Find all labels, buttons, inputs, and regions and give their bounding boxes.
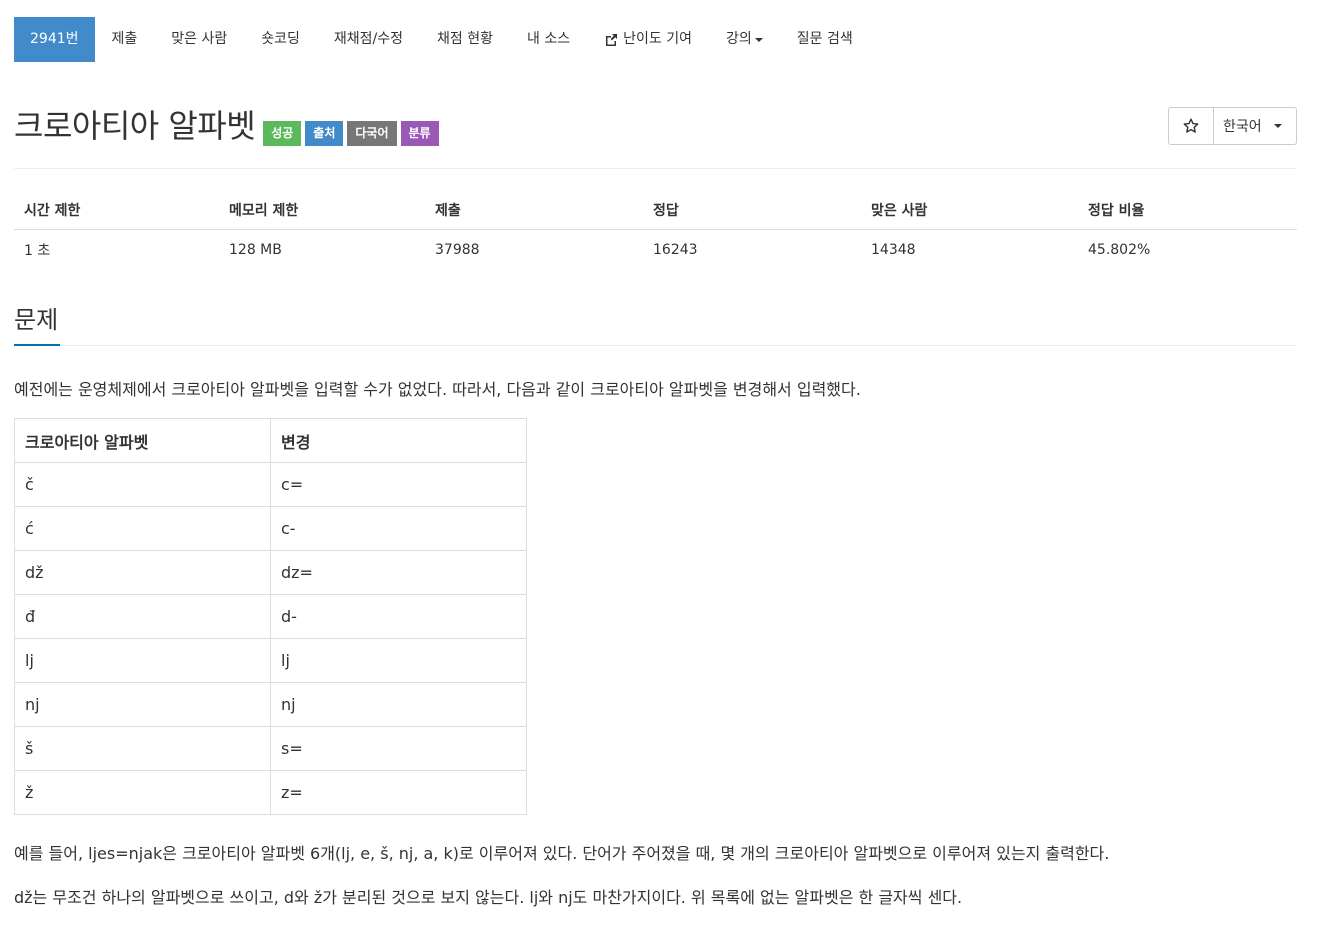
language-label: 한국어 <box>1223 119 1262 135</box>
table-cell: s= <box>270 726 527 771</box>
nav-status[interactable]: 채점 현황 <box>420 17 510 62</box>
nav-solvers[interactable]: 맞은 사람 <box>154 17 244 62</box>
table-cell: š <box>14 726 271 771</box>
info-value: 1 초 <box>24 242 51 259</box>
nav-label: 질문 검색 <box>796 31 853 47</box>
badge-multilang: 다국어 <box>347 121 397 146</box>
language-dropdown[interactable]: 한국어 <box>1214 108 1296 144</box>
external-link-icon <box>606 33 618 46</box>
nav-my-source[interactable]: 내 소스 <box>510 17 587 62</box>
nav-label: 난이도 기여 <box>623 31 692 47</box>
header-actions: 한국어 <box>1168 107 1297 145</box>
info-header: 정답 비율 <box>1078 190 1297 230</box>
table-cell: dž <box>14 550 271 595</box>
nav-label: 2941번 <box>30 31 79 47</box>
info-header: 메모리 제한 <box>219 190 425 230</box>
info-value: 45.802% <box>1088 241 1151 258</box>
nav-lecture-dropdown[interactable]: 강의 <box>709 17 780 62</box>
table-row: dž dz= <box>14 550 527 595</box>
table-row: š s= <box>14 726 527 771</box>
info-header-row: 시간 제한 메모리 제한 제출 정답 맞은 사람 정답 비율 <box>14 190 1297 230</box>
table-cell: d- <box>270 594 527 639</box>
nav-question-search[interactable]: 질문 검색 <box>780 17 870 62</box>
problem-intro: 예전에는 운영체제에서 크로아티아 알파벳을 입력할 수가 없었다. 따라서, … <box>14 380 861 399</box>
nav-label: 내 소스 <box>527 31 571 47</box>
info-value: 14348 <box>871 241 916 258</box>
table-row: č c= <box>14 462 527 507</box>
problem-title: 크로아티아 알파벳 <box>14 107 256 145</box>
problem-nav: 2941번 제출 맞은 사람 숏코딩 재채점/수정 채점 현황 내 소스 난이도… <box>14 17 870 62</box>
nav-label: 재채점/수정 <box>333 31 404 47</box>
table-cell: ć <box>14 506 271 551</box>
table-header: 크로아티아 알파벳 <box>14 418 271 463</box>
info-value: 128 MB <box>229 241 282 258</box>
section-underline <box>14 344 60 346</box>
table-row: lj lj <box>14 638 527 683</box>
nav-label: 숏코딩 <box>261 31 300 47</box>
nav-label: 채점 현황 <box>437 31 494 47</box>
table-cell: dz= <box>270 550 527 595</box>
nav-rejudge[interactable]: 재채점/수정 <box>317 17 420 62</box>
nav-label: 맞은 사람 <box>171 31 228 47</box>
info-header: 시간 제한 <box>14 190 219 230</box>
table-cell: c= <box>270 462 527 507</box>
nav-problem-number[interactable]: 2941번 <box>14 17 95 62</box>
problem-example: 예를 들어, ljes=njak은 크로아티아 알파벳 6개(lj, e, š,… <box>14 844 1110 863</box>
table-cell: đ <box>14 594 271 639</box>
table-cell: z= <box>270 770 527 815</box>
star-outline-icon <box>1183 118 1199 133</box>
problem-header: 크로아티아 알파벳 성공 출처 다국어 분류 <box>14 104 443 148</box>
info-header: 정답 <box>643 190 861 230</box>
nav-submit[interactable]: 제출 <box>95 17 155 62</box>
badge-group: 성공 출처 다국어 분류 <box>263 121 442 146</box>
info-header: 제출 <box>425 190 643 230</box>
badge-source[interactable]: 출처 <box>305 121 344 146</box>
problem-note: dž는 무조건 하나의 알파벳으로 쓰이고, d와 ž가 분리된 것으로 보지 … <box>14 888 963 907</box>
table-header-row: 크로아티아 알파벳 변경 <box>14 418 527 463</box>
table-cell: lj <box>270 638 527 683</box>
table-cell: lj <box>14 638 271 683</box>
nav-label: 제출 <box>111 31 138 47</box>
section-title: 문제 <box>14 306 59 334</box>
table-row: đ d- <box>14 594 527 639</box>
divider <box>14 168 1297 169</box>
badge-category[interactable]: 분류 <box>400 121 439 146</box>
problem-info-table: 시간 제한 메모리 제한 제출 정답 맞은 사람 정답 비율 1 초 128 M… <box>14 190 1297 269</box>
info-value-row: 1 초 128 MB 37988 16243 14348 45.802% <box>14 230 1297 270</box>
nav-difficulty[interactable]: 난이도 기여 <box>587 17 709 62</box>
badge-success: 성공 <box>263 121 302 146</box>
table-cell: č <box>14 462 271 507</box>
table-row: ž z= <box>14 770 527 815</box>
info-value: 16243 <box>653 241 698 258</box>
caret-down-icon <box>754 37 763 42</box>
nav-short-coding[interactable]: 숏코딩 <box>244 17 317 62</box>
table-cell: nj <box>270 682 527 727</box>
caret-down-icon <box>1273 124 1282 128</box>
favorite-button[interactable] <box>1169 108 1214 144</box>
alphabet-conversion-table: 크로아티아 알파벳 변경 č c= ć c- dž dz= đ d- lj lj nj nj… <box>14 418 527 815</box>
table-cell: c- <box>270 506 527 551</box>
section-divider <box>60 345 1297 346</box>
table-header: 변경 <box>270 418 527 463</box>
info-value: 37988 <box>435 241 480 258</box>
table-row: nj nj <box>14 682 527 727</box>
nav-label: 강의 <box>725 31 752 47</box>
table-row: ć c- <box>14 506 527 551</box>
table-cell: ž <box>14 770 271 815</box>
table-cell: nj <box>14 682 271 727</box>
info-header: 맞은 사람 <box>861 190 1078 230</box>
